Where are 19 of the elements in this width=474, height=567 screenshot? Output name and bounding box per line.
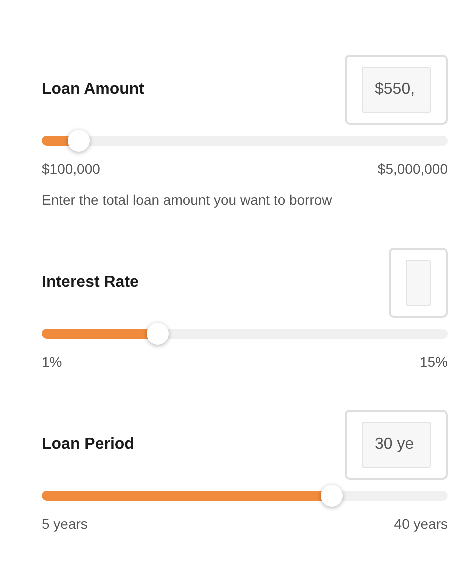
- max-label: 15%: [420, 354, 448, 370]
- slider-track[interactable]: [42, 329, 448, 339]
- min-label: $100,000: [42, 161, 100, 177]
- min-label: 5 years: [42, 516, 88, 532]
- input-field[interactable]: 30 ye: [362, 422, 431, 468]
- field-label: Interest Rate: [42, 274, 139, 292]
- slider-thumb[interactable]: [68, 130, 90, 152]
- slider-track[interactable]: [42, 491, 448, 501]
- slider-thumb[interactable]: [147, 323, 170, 345]
- max-label: $5,000,000: [378, 161, 448, 177]
- max-label: 40 years: [394, 516, 448, 532]
- field-label: Loan Period: [42, 436, 134, 454]
- input-field[interactable]: [406, 260, 431, 306]
- slider-track[interactable]: [42, 136, 448, 146]
- min-label: 1%: [42, 354, 62, 370]
- help-text: Enter the total loan amount you want to borrow: [42, 192, 334, 208]
- slider-thumb[interactable]: [320, 485, 343, 507]
- field-label: Loan Amount: [42, 81, 144, 99]
- input-field[interactable]: $550,: [362, 67, 431, 113]
